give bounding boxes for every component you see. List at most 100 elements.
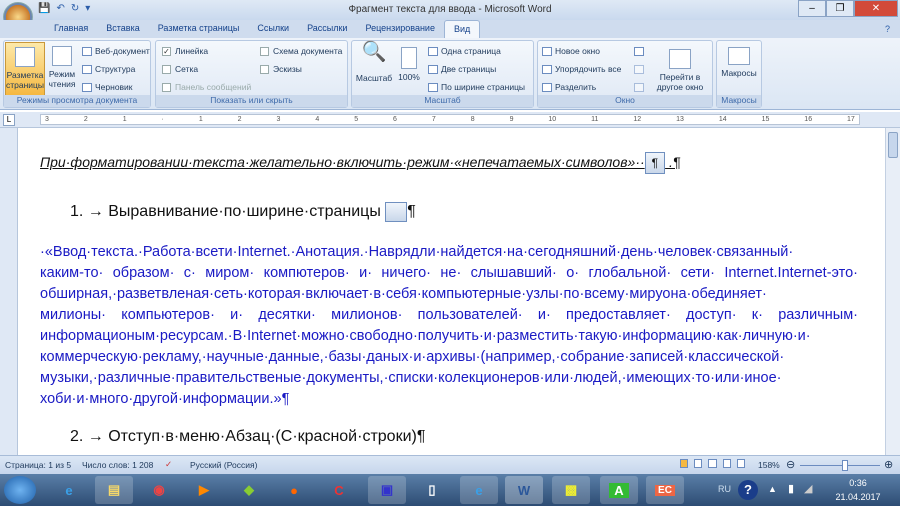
scroll-thumb[interactable]: [888, 132, 898, 158]
app-icon[interactable]: ◆: [230, 476, 268, 504]
group-label: Показать или скрыть: [156, 95, 347, 107]
ruler-tick: 8: [470, 116, 475, 123]
zoom-100-button[interactable]: 100%: [396, 47, 422, 82]
taskbar: e ▤ ◉ ▶ ◆ ● C ▣ ▯ e W ▩ A EC RU ? ▲ ▮ ◢ …: [0, 474, 900, 506]
thumbnails-checkbox[interactable]: Эскизы: [260, 64, 302, 75]
page-count[interactable]: Страница: 1 из 5: [5, 460, 71, 470]
app4-icon[interactable]: EC: [646, 476, 684, 504]
doc-map-checkbox[interactable]: Схема документа: [260, 46, 342, 57]
zoom-button[interactable]: 🔍 Масштаб: [354, 42, 394, 83]
paragraph-line: милионы· компьютеров· и· десятки· милион…: [40, 307, 858, 323]
tab-insert[interactable]: Вставка: [97, 20, 148, 38]
vertical-scrollbar[interactable]: [885, 128, 900, 455]
windows-icon: [669, 49, 691, 69]
arrange-all-button[interactable]: Упорядочить все: [542, 64, 621, 75]
paragraph-line: хоби·и·много·другой·информации.»¶: [40, 391, 290, 407]
message-bar-checkbox[interactable]: Панель сообщений: [162, 82, 251, 93]
save-app-icon[interactable]: ▣: [368, 476, 406, 504]
tab-view[interactable]: Вид: [443, 20, 481, 38]
new-window-button[interactable]: Новое окно: [542, 46, 600, 57]
ie-window-icon[interactable]: e: [460, 476, 498, 504]
blank-document-icon[interactable]: ▯: [413, 476, 451, 504]
ribbon: Разметка страницы Режим чтения Веб-докум…: [0, 24, 900, 110]
tab-review[interactable]: Рецензирование: [356, 20, 444, 38]
web-view-icon[interactable]: [708, 459, 717, 468]
vertical-ruler[interactable]: [0, 128, 18, 455]
group-views: Разметка страницы Режим чтения Веб-докум…: [3, 40, 151, 108]
reading-view-icon[interactable]: [694, 459, 703, 468]
switch-window-button[interactable]: Перейти в другое окно: [650, 45, 710, 92]
ruler-tick: 1: [198, 116, 203, 123]
group-label: Окно: [538, 95, 712, 107]
justify-icon: [385, 202, 408, 222]
start-button[interactable]: [4, 476, 36, 504]
outline-view-icon[interactable]: [722, 459, 731, 468]
firefox-icon[interactable]: ●: [275, 476, 313, 504]
print-layout-button[interactable]: Разметка страницы: [5, 42, 45, 96]
macros-icon: [728, 47, 750, 65]
app3-icon[interactable]: A: [600, 476, 638, 504]
zoom-in-icon[interactable]: ⊕: [884, 458, 893, 471]
spellcheck-icon[interactable]: ✓: [165, 459, 172, 470]
media-player-icon[interactable]: ▶: [185, 476, 223, 504]
body-paragraph: ·«Ввод·текста.·Работа·всети·Internet.·Ан…: [40, 242, 858, 410]
group-window: Новое окно Упорядочить все Разделить Пер…: [537, 40, 713, 108]
tab-references[interactable]: Ссылки: [248, 20, 298, 38]
zoom-slider[interactable]: [800, 465, 880, 466]
battery-icon[interactable]: ▮: [788, 482, 794, 495]
print-layout-view-icon[interactable]: [680, 459, 689, 468]
show-hidden-icons[interactable]: ▲: [768, 484, 777, 494]
ruler-scale: 3 2 1 · 1 2 3 4 5 6 7 8 9 10 11 12 13 14 15 16 17: [40, 114, 860, 125]
split-button[interactable]: Разделить: [542, 82, 596, 93]
draft-button[interactable]: Черновик: [82, 82, 133, 93]
close-button[interactable]: ✕: [854, 0, 898, 17]
reset-position-icon[interactable]: [634, 82, 647, 93]
word-icon[interactable]: W: [505, 476, 543, 504]
zoom-level[interactable]: 158%: [758, 460, 780, 470]
explorer-icon[interactable]: ▤: [95, 476, 133, 504]
clock-time[interactable]: 0:36: [828, 478, 888, 488]
app2-icon[interactable]: ▩: [552, 476, 590, 504]
language-indicator[interactable]: RU: [718, 484, 731, 494]
ie-icon[interactable]: e: [50, 476, 88, 504]
tab-home[interactable]: Главная: [45, 20, 97, 38]
document-page[interactable]: При·форматировании·текста·желательно·вкл…: [18, 128, 885, 455]
outline-button[interactable]: Структура: [82, 64, 135, 75]
language[interactable]: Русский (Россия): [190, 460, 257, 470]
network-icon[interactable]: ◢: [804, 482, 812, 495]
macros-button[interactable]: Макросы: [719, 47, 759, 78]
side-by-side-icon[interactable]: [634, 46, 647, 57]
draft-icon: [82, 83, 92, 93]
tab-mailings[interactable]: Рассылки: [298, 20, 356, 38]
help-tray-icon[interactable]: ?: [738, 480, 758, 500]
zoom-slider-thumb[interactable]: [842, 460, 848, 471]
horizontal-ruler[interactable]: L 3 2 1 · 1 2 3 4 5 6 7 8 9 10 11 12 13 14 15 16 17: [0, 112, 900, 128]
ruler-tick: 10: [548, 116, 557, 123]
ruler-tick: 12: [633, 116, 642, 123]
two-pages-button[interactable]: Две страницы: [428, 64, 496, 75]
ruler-checkbox[interactable]: ✓ Линейка: [162, 46, 208, 57]
reading-mode-button[interactable]: Режим чтения: [47, 42, 77, 89]
tab-selector[interactable]: L: [3, 114, 15, 126]
draft-view-icon[interactable]: [736, 459, 746, 468]
one-page-button[interactable]: Одна страница: [428, 46, 501, 57]
heading-line: При·форматировании·текста·желательно·вкл…: [40, 152, 680, 174]
tab-page-layout[interactable]: Разметка страницы: [149, 20, 249, 38]
zoom-out-icon[interactable]: ⊖: [786, 458, 795, 471]
grid-checkbox[interactable]: Сетка: [162, 64, 198, 75]
chrome-icon[interactable]: ◉: [140, 476, 178, 504]
ruler-tick: ·: [161, 116, 164, 123]
minimize-button[interactable]: –: [798, 0, 826, 17]
help-icon[interactable]: ?: [885, 24, 890, 34]
title-bar: 💾 ↶ ↻ ▾ Фрагмент текста для ввода - Microso…: [0, 0, 900, 32]
word-count[interactable]: Число слов: 1 208: [82, 460, 153, 470]
ccleaner-icon[interactable]: C: [320, 476, 358, 504]
paragraph-line: каким-то· образом· с· миром· компютеров·…: [40, 265, 858, 281]
web-layout-button[interactable]: Веб-документ: [82, 46, 150, 57]
page-width-button[interactable]: По ширине страницы: [428, 82, 525, 93]
paragraph-line: коммерческую·рекламу,·научные·данные,·ба…: [40, 349, 785, 365]
restore-button[interactable]: ❐: [826, 0, 854, 17]
globe-icon: [82, 47, 92, 57]
clock-date[interactable]: 21.04.2017: [828, 492, 888, 502]
sync-scroll-icon[interactable]: [634, 64, 647, 75]
